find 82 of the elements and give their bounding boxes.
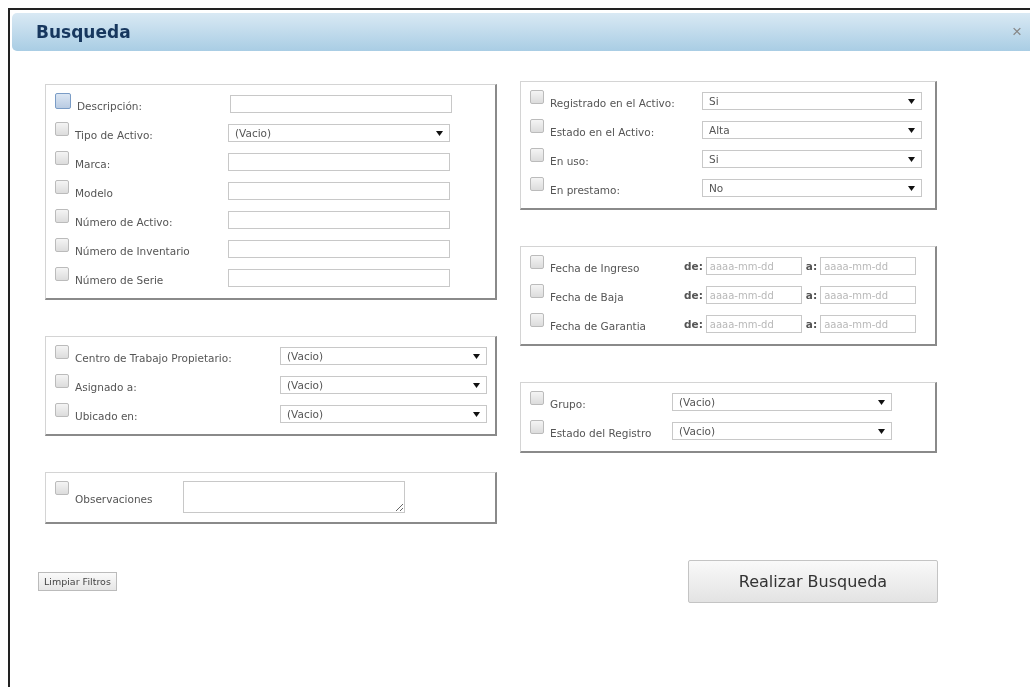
dropdown[interactable]: (Vacio) [672, 422, 892, 440]
text-field[interactable] [228, 240, 450, 258]
dropdown[interactable]: (Vacio) [228, 124, 450, 142]
field-label: Registrado en el Activo: [550, 96, 676, 109]
field-label: Número de Inventario [75, 244, 191, 257]
checkbox[interactable] [55, 93, 71, 109]
clear-button[interactable]: Limpiar Filtros [38, 572, 117, 591]
checkbox[interactable] [530, 119, 544, 133]
field-label: En prestamo: [550, 183, 622, 196]
field-label: Estado del Registro [550, 426, 653, 439]
checkbox[interactable] [55, 374, 69, 388]
dialog-title: Busqueda [36, 22, 131, 42]
checkbox[interactable] [530, 148, 544, 162]
range-label: de: [684, 318, 703, 330]
checkbox[interactable] [55, 238, 69, 252]
field-label: Centro de Trabajo Propietario: [75, 351, 233, 364]
caret-icon [473, 410, 480, 418]
checkbox[interactable] [530, 255, 544, 269]
text-field[interactable] [228, 153, 450, 171]
dropdown[interactable]: (Vacio) [280, 376, 487, 394]
caret-icon [436, 129, 443, 137]
field-label: Estado en el Activo: [550, 125, 656, 138]
dropdown[interactable]: Alta [702, 121, 922, 139]
checkbox[interactable] [55, 151, 69, 165]
text-field[interactable] [228, 182, 450, 200]
text-field[interactable] [228, 269, 450, 287]
field-label: Ubicado en: [75, 409, 139, 422]
field-label: Tipo de Activo: [75, 128, 154, 141]
field-label: Fecha de Ingreso [550, 261, 641, 274]
field-label: Observaciones [75, 492, 154, 505]
caret-icon [908, 97, 915, 105]
field-label: En uso: [550, 154, 590, 167]
caret-icon [908, 155, 915, 163]
field-label: Modelo [75, 186, 114, 199]
field-label: Descripción: [77, 99, 143, 112]
range-label: de: [684, 289, 703, 301]
range-label: a: [805, 260, 818, 272]
checkbox[interactable] [530, 177, 544, 191]
range-label: a: [805, 289, 818, 301]
field-label: Número de Activo: [75, 215, 174, 228]
text-area[interactable] [183, 481, 405, 513]
checkbox[interactable] [55, 267, 69, 281]
date-field[interactable]: aaaa-mm-dd [705, 315, 802, 333]
field-label: Fecha de Garantia [550, 319, 648, 332]
dropdown[interactable]: (Vacio) [280, 347, 487, 365]
dropdown[interactable]: Si [702, 92, 922, 110]
field-label: Grupo: [550, 397, 587, 410]
checkbox[interactable] [55, 209, 69, 223]
caret-icon [908, 126, 915, 134]
field-label: Asignado a: [75, 380, 138, 393]
checkbox[interactable] [530, 313, 544, 327]
checkbox[interactable] [55, 180, 69, 194]
checkbox[interactable] [55, 481, 69, 495]
text-field[interactable] [230, 95, 452, 113]
caret-icon [473, 381, 480, 389]
dropdown[interactable]: Si [702, 150, 922, 168]
text-field[interactable] [228, 211, 450, 229]
date-field[interactable]: aaaa-mm-dd [820, 315, 917, 333]
checkbox[interactable] [530, 90, 544, 104]
dropdown[interactable]: (Vacio) [672, 393, 892, 411]
caret-icon [878, 427, 885, 435]
field-label: Número de Serie [75, 273, 165, 286]
checkbox[interactable] [55, 403, 69, 417]
dropdown[interactable]: (Vacio) [280, 405, 487, 423]
date-field[interactable]: aaaa-mm-dd [705, 257, 802, 275]
range-label: de: [684, 260, 703, 272]
checkbox[interactable] [55, 345, 69, 359]
date-field[interactable]: aaaa-mm-dd [820, 257, 917, 275]
caret-icon [908, 184, 915, 192]
checkbox[interactable] [530, 420, 544, 434]
range-label: a: [805, 318, 818, 330]
checkbox[interactable] [55, 122, 69, 136]
caret-icon [878, 398, 885, 406]
checkbox[interactable] [530, 284, 544, 298]
date-field[interactable]: aaaa-mm-dd [820, 286, 917, 304]
dropdown[interactable]: No [702, 179, 922, 197]
date-field[interactable]: aaaa-mm-dd [705, 286, 802, 304]
field-label: Marca: [75, 157, 112, 170]
field-label: Fecha de Baja [550, 290, 625, 303]
checkbox[interactable] [530, 391, 544, 405]
caret-icon [473, 352, 480, 360]
search-button[interactable]: Realizar Busqueda [688, 560, 938, 603]
